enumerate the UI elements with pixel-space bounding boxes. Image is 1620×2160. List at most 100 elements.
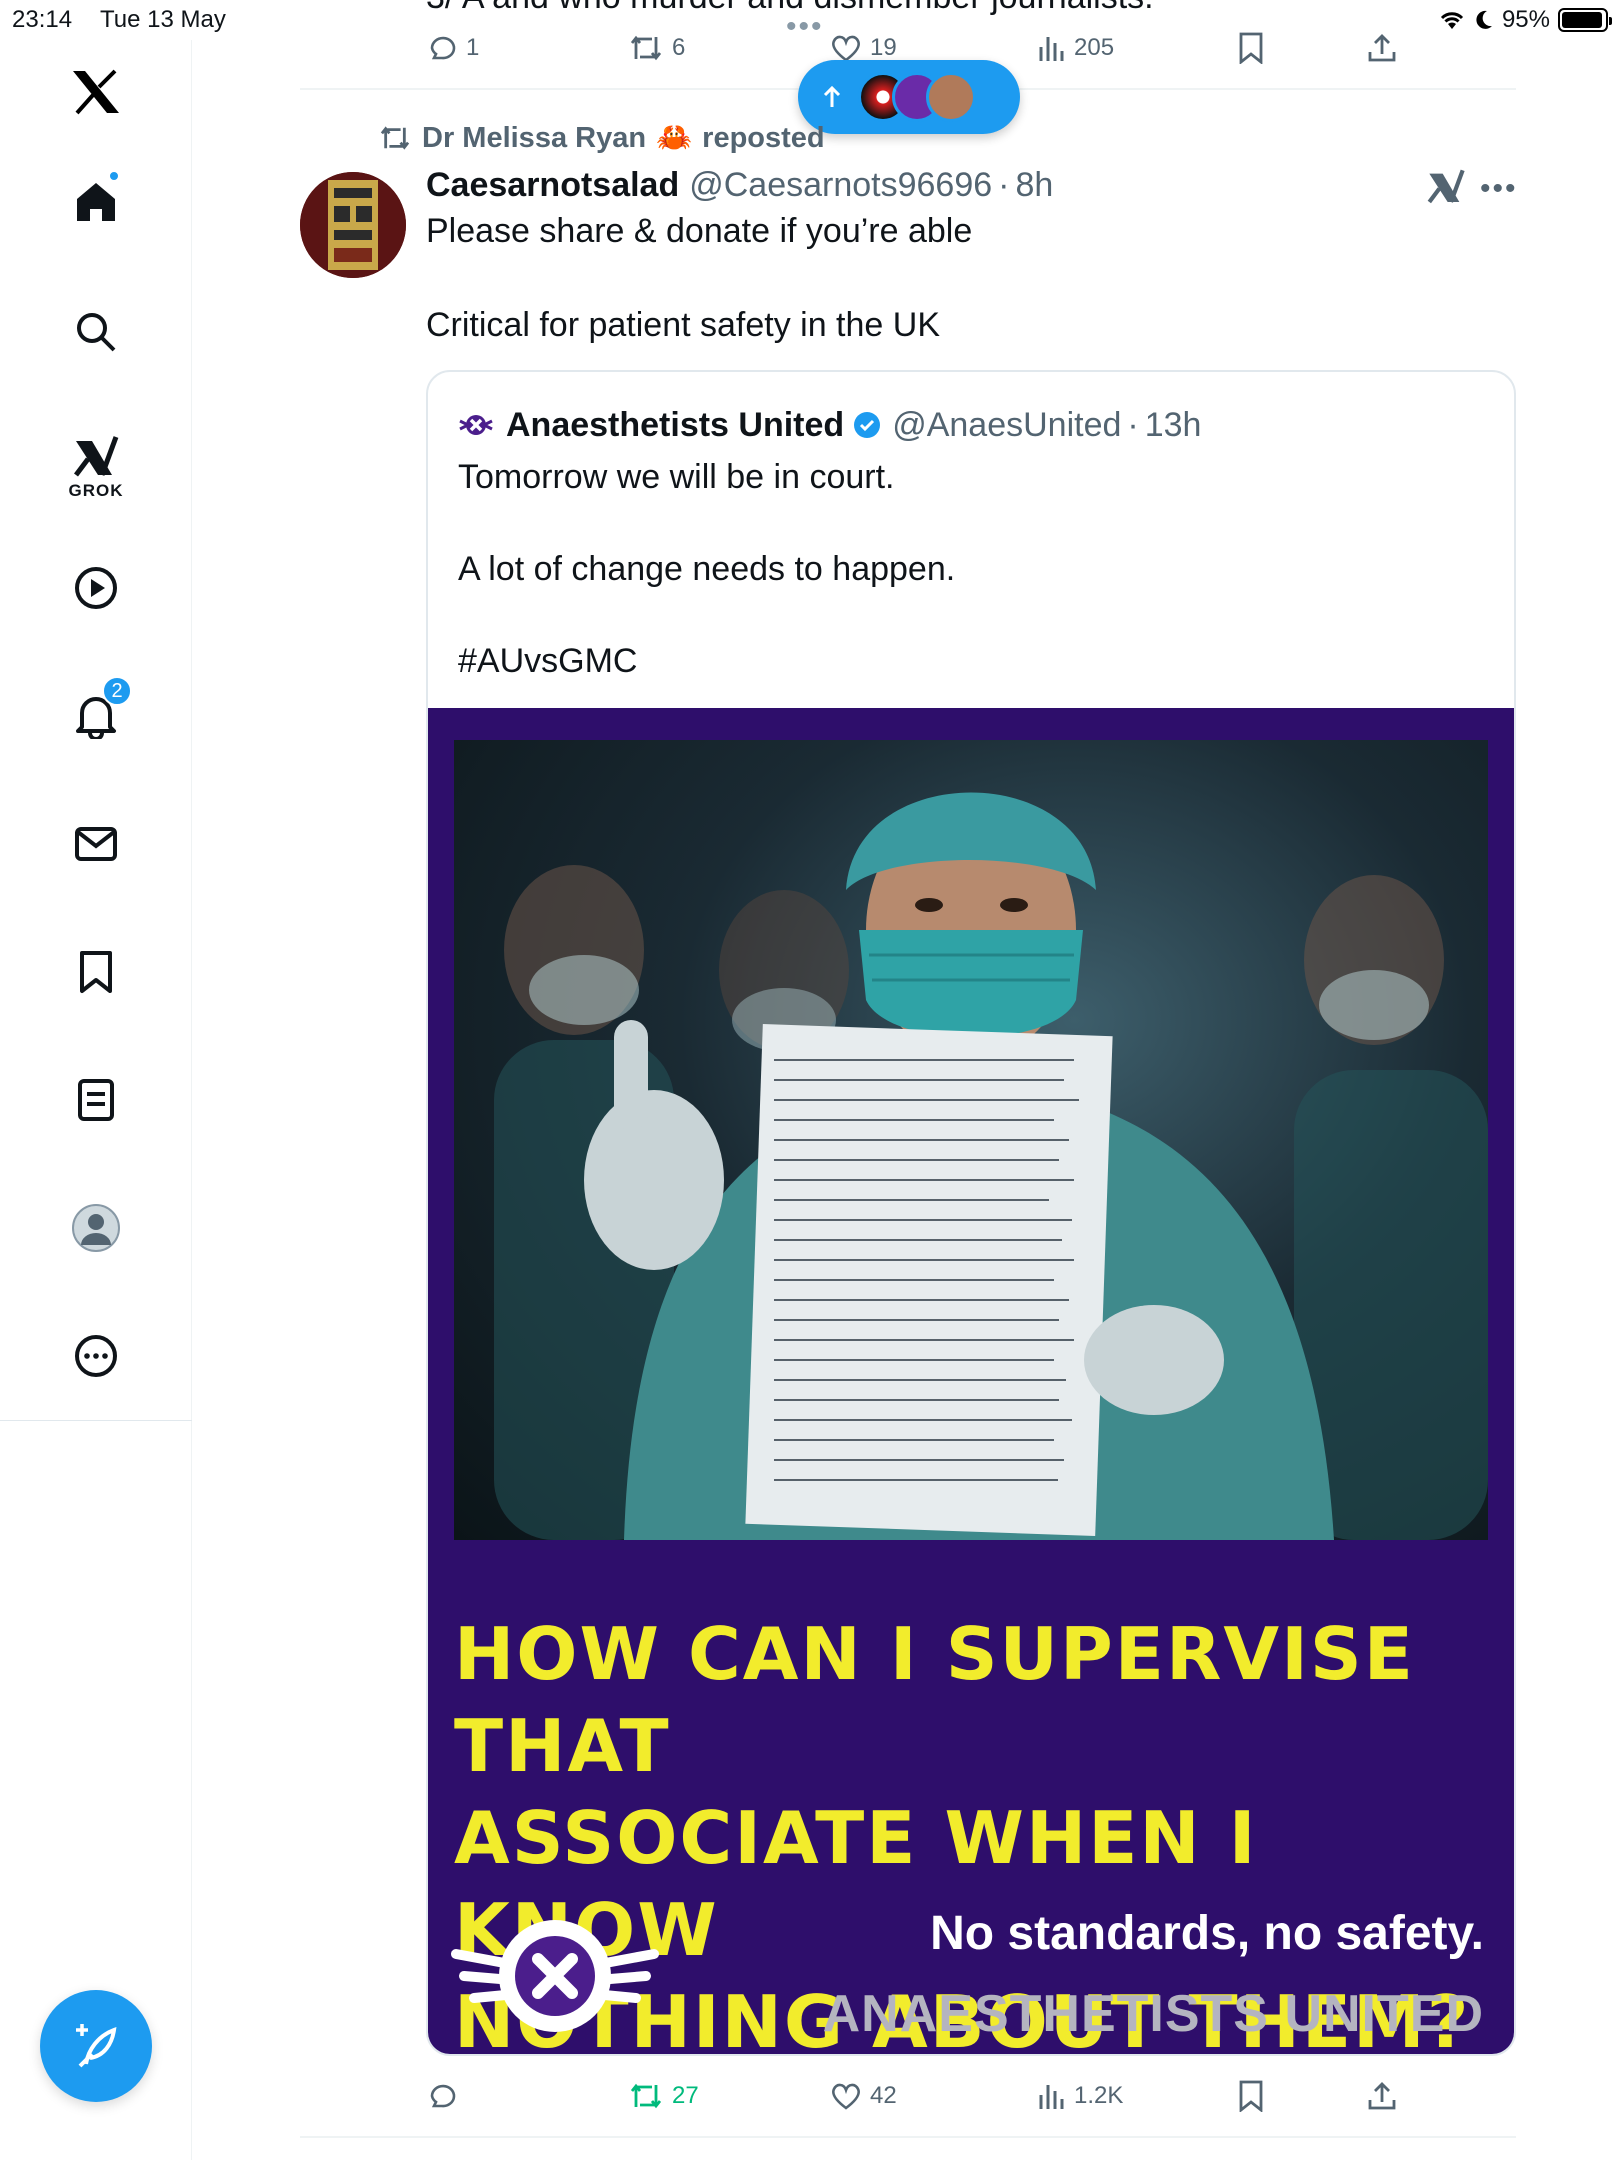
home-new-dot [108, 170, 120, 182]
nav-profile[interactable] [56, 1188, 136, 1268]
grok-label: GROK [68, 481, 124, 500]
x-logo-icon [73, 69, 119, 115]
views-icon [1039, 37, 1064, 61]
notification-badge: 2 [102, 676, 132, 706]
heart-icon [832, 2083, 860, 2110]
prev-share-button[interactable] [1366, 20, 1398, 76]
nav-home[interactable] [56, 162, 136, 242]
quote-hashtag[interactable]: #AUvsGMC [458, 642, 637, 681]
repost-button[interactable]: 27 [628, 2068, 699, 2124]
post-text-line: Please share & donate if you’re able [426, 212, 973, 250]
quote-media-image[interactable]: HOW CAN I SUPERVISE THAT ASSOCIATE WHEN … [428, 708, 1514, 2054]
nav-bookmarks[interactable] [56, 932, 136, 1012]
separator: · [998, 165, 1010, 204]
quote-avatar[interactable] [458, 407, 494, 443]
reply-button[interactable] [426, 2068, 466, 2124]
search-icon [77, 313, 116, 352]
compose-feather-icon [76, 2024, 117, 2068]
heart-icon [832, 35, 860, 62]
quote-handle[interactable]: @AnaesUnited [892, 406, 1121, 445]
grok-icon [74, 436, 119, 477]
repost-context: Dr Melissa Ryan 🦀 reposted [378, 118, 825, 158]
compose-post-button[interactable] [40, 1990, 152, 2102]
pill-avatar [926, 72, 976, 122]
status-time: 23:14 [12, 6, 73, 33]
arrow-up-icon [823, 85, 841, 107]
views-count: 1.2K [1074, 2082, 1124, 2109]
nav-video[interactable] [56, 548, 136, 628]
quote-author-name[interactable]: Anaesthetists United [506, 406, 844, 445]
author-handle[interactable]: @Caesarnots96696 [689, 166, 992, 205]
nav-explore[interactable] [56, 292, 136, 372]
reposted-by[interactable]: Dr Melissa Ryan [422, 122, 646, 155]
status-date: Tue 13 May [100, 6, 226, 33]
new-posts-avatars [858, 72, 976, 122]
repost-icon [630, 2083, 662, 2109]
post-time[interactable]: 8h [1016, 166, 1054, 205]
reply-icon [430, 2084, 456, 2108]
battery-percent: 95% [1501, 6, 1550, 33]
like-button[interactable]: 42 [830, 2068, 897, 2124]
profile-avatar-icon [72, 1204, 120, 1252]
post-author-line: Caesarnotsalad @Caesarnots96696 · 8h [426, 162, 1053, 208]
post-divider [300, 2136, 1516, 2138]
prev-like-count: 19 [870, 34, 897, 61]
list-icon [78, 1079, 114, 1121]
author-name[interactable]: Caesarnotsalad [426, 166, 679, 205]
like-count: 42 [870, 2082, 897, 2109]
views-icon [1039, 2085, 1064, 2109]
poster-org-name: ANAESTHETISTS UNITED [822, 1985, 1484, 2043]
reply-icon [430, 36, 456, 60]
status-right: 95% [1438, 6, 1612, 34]
post-text-line: Critical for patient safety in the UK [426, 306, 941, 344]
prev-reply-count: 1 [466, 34, 480, 61]
prev-repost-button[interactable]: 6 [628, 20, 685, 76]
quote-text-line: Tomorrow we will be in court. [458, 458, 895, 496]
x-logo-button[interactable] [56, 52, 136, 132]
views-button[interactable]: 1.2K [1036, 2068, 1123, 2124]
share-icon [1368, 2082, 1396, 2110]
nav-notifications[interactable]: 2 [56, 676, 136, 756]
nav-divider [0, 1420, 192, 1421]
surgeon-illustration [494, 792, 1488, 1540]
prev-reply-button[interactable]: 1 [426, 20, 479, 76]
prev-views-button[interactable]: 205 [1036, 20, 1114, 76]
wifi-icon [1440, 12, 1464, 29]
anaesthetists-united-logo [451, 1920, 659, 2032]
home-icon [77, 183, 115, 221]
more-circle-icon [75, 1335, 117, 1377]
nav-lists[interactable] [56, 1060, 136, 1140]
share-button[interactable] [1366, 2068, 1398, 2124]
headline-line: HOW CAN I SUPERVISE THAT [454, 1612, 1415, 1788]
nav-messages[interactable] [56, 804, 136, 884]
prev-repost-count: 6 [672, 34, 686, 61]
prev-bookmark-button[interactable] [1238, 20, 1264, 76]
play-circle-icon [75, 567, 117, 609]
more-options-icon[interactable]: ••• [1480, 172, 1518, 206]
verified-badge-icon [854, 412, 881, 438]
grok-explain-icon[interactable] [1426, 168, 1466, 206]
reposted-by-emoji: 🦀 [656, 122, 693, 154]
separator: · [1127, 405, 1139, 444]
quote-author-line: Anaesthetists United @AnaesUnited · 13h [458, 402, 1201, 448]
author-avatar[interactable] [300, 172, 406, 278]
bookmark-button[interactable] [1238, 2068, 1264, 2124]
nav-grok[interactable]: GROK [56, 420, 136, 516]
quote-time[interactable]: 13h [1145, 406, 1202, 445]
repost-count: 27 [672, 2082, 699, 2109]
poster-slogan: No standards, no safety. [930, 1907, 1484, 1960]
new-posts-pill[interactable] [798, 60, 1020, 134]
mail-icon [75, 827, 117, 861]
surgeon-photo [454, 740, 1488, 1540]
prev-views-count: 205 [1074, 34, 1115, 61]
bookmark-icon [1239, 32, 1263, 64]
quoted-post[interactable]: Anaesthetists United @AnaesUnited · 13h … [426, 370, 1516, 2056]
repost-icon [380, 126, 410, 150]
reposted-label: reposted [702, 121, 825, 154]
nav-more[interactable] [56, 1316, 136, 1396]
moon-icon [1476, 10, 1492, 29]
repost-icon [630, 35, 662, 61]
bookmark-icon [1239, 2080, 1263, 2112]
quote-text-line: A lot of change needs to happen. [458, 550, 956, 588]
battery-icon [1558, 8, 1612, 32]
